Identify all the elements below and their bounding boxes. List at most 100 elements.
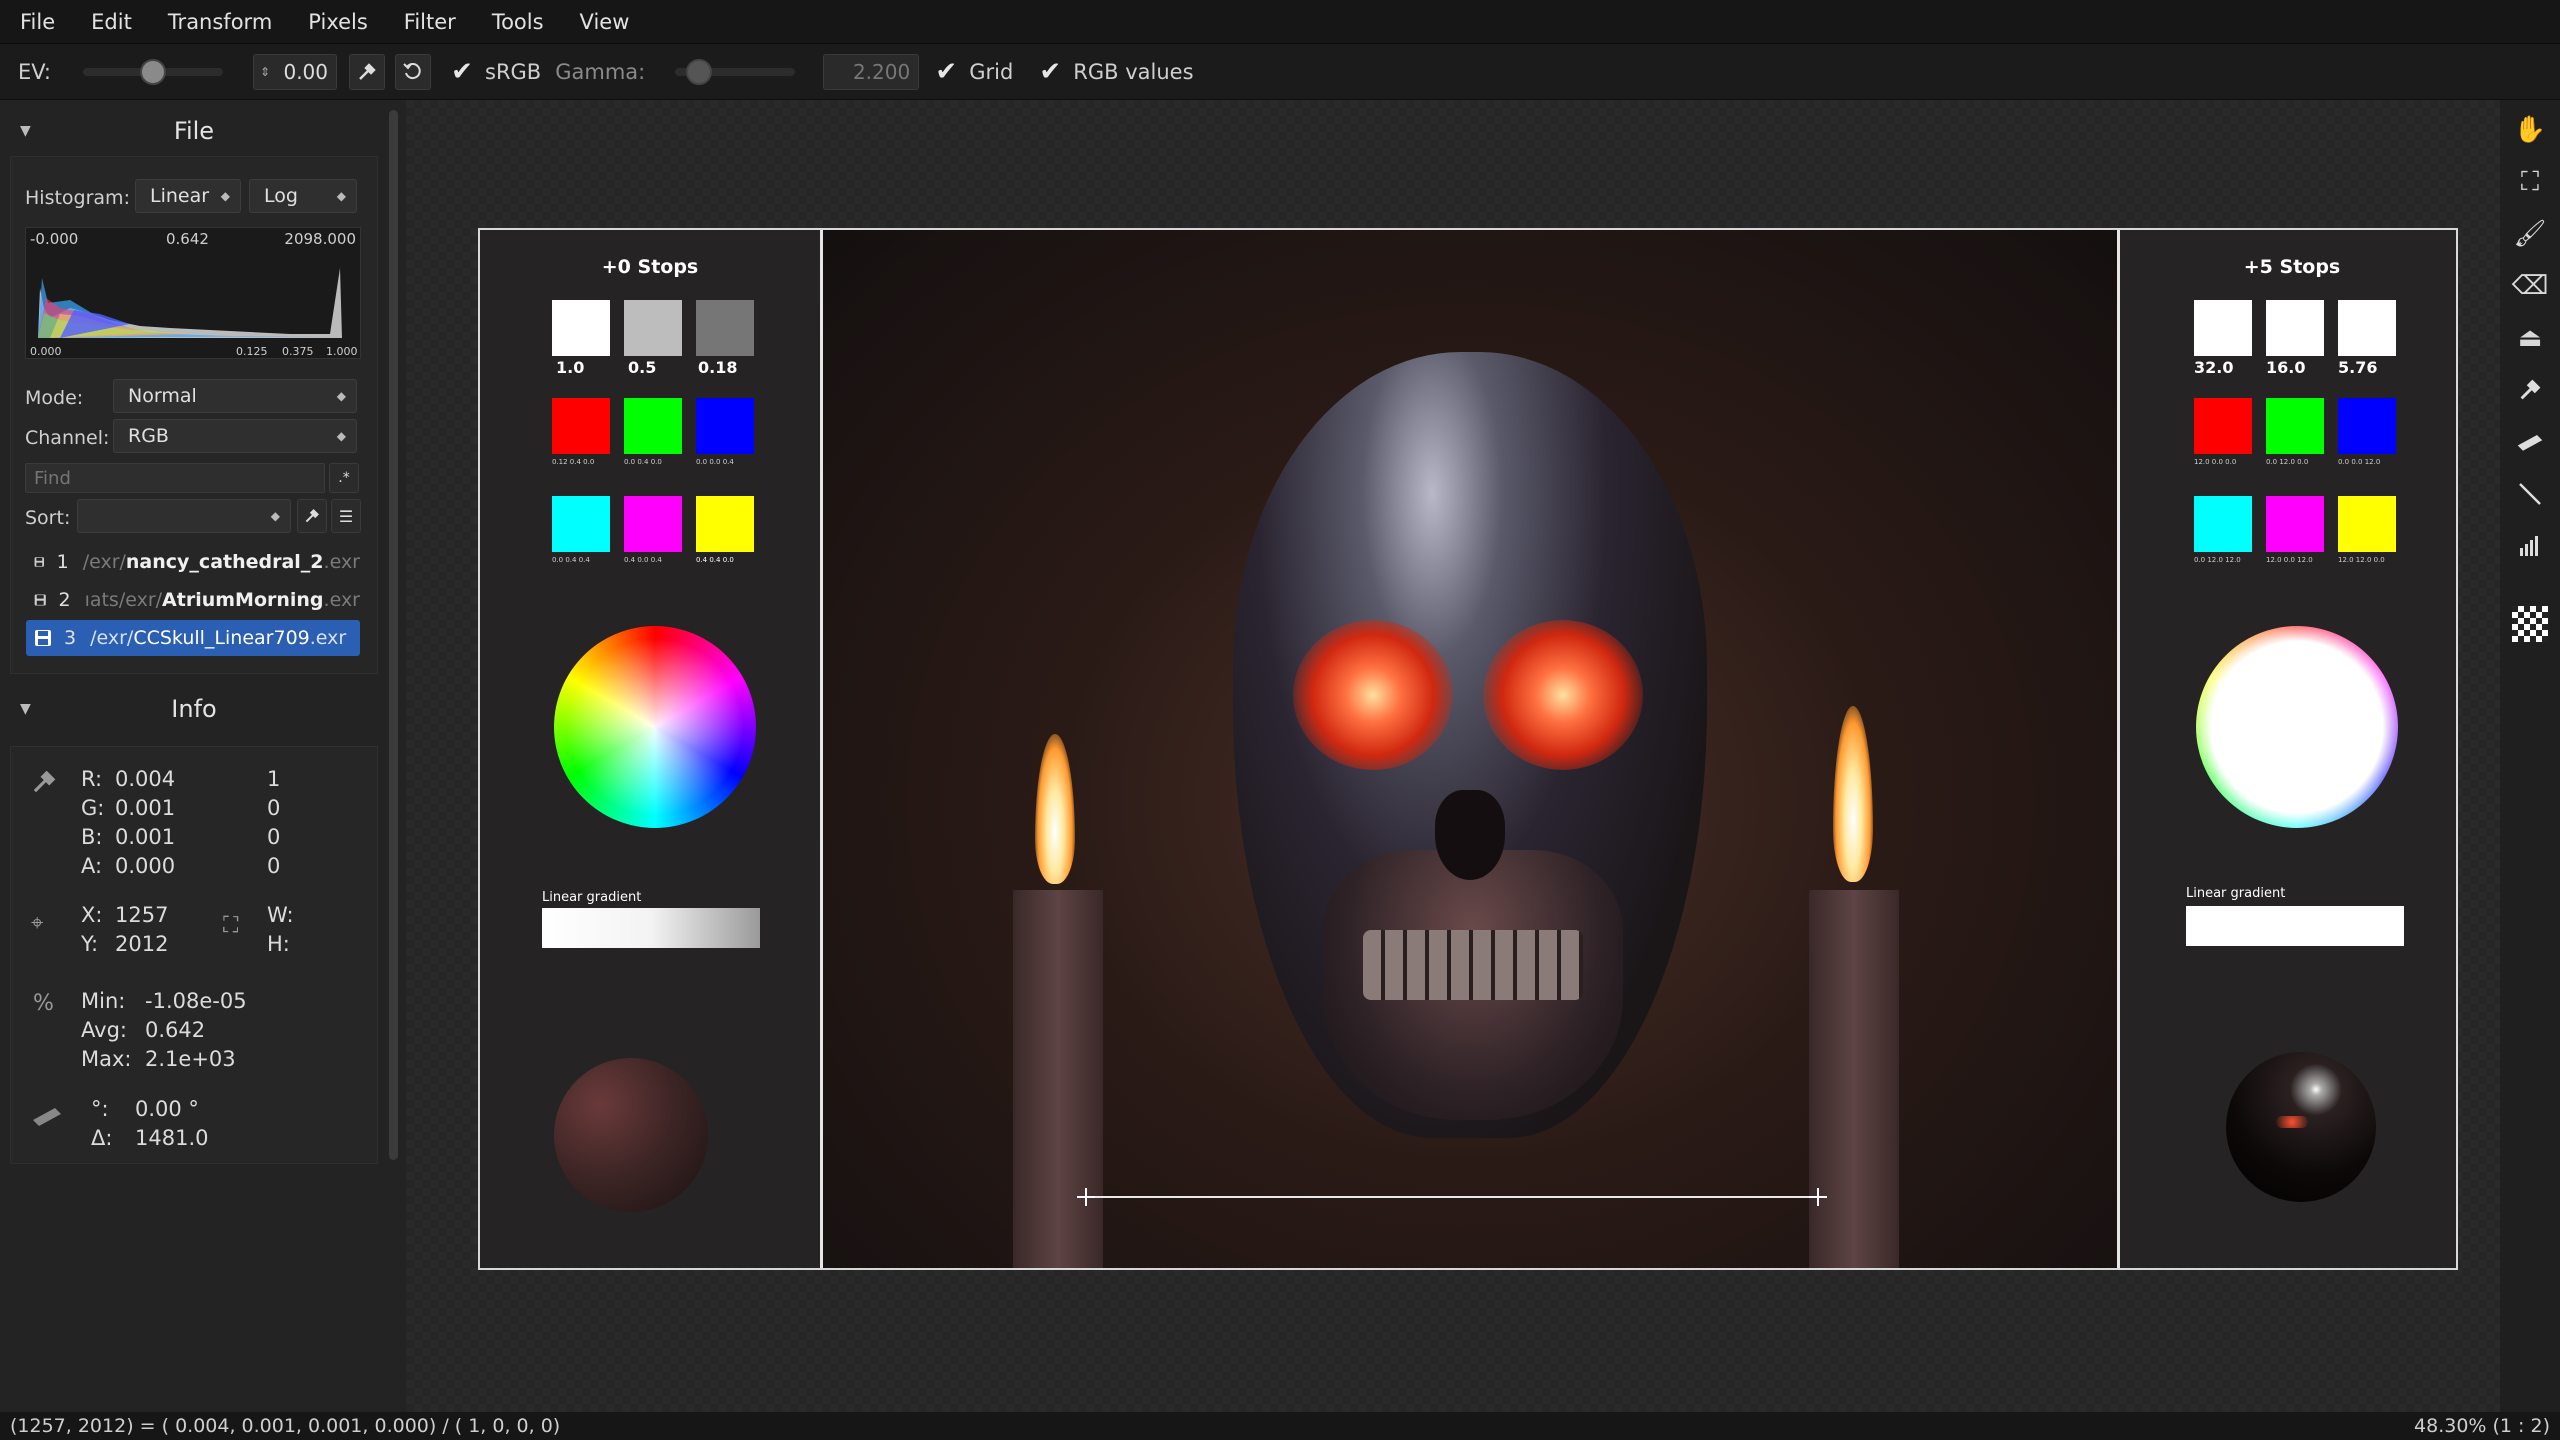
ev-slider-knob[interactable] (140, 58, 166, 85)
swatch-white (2338, 300, 2396, 356)
histogram-tool-button[interactable] (2510, 526, 2550, 566)
eraser-tool-button[interactable]: ⌫ (2510, 266, 2550, 306)
candle-right (1809, 890, 1899, 1268)
linear-gradient-right (2186, 906, 2404, 946)
swatch-sublabel: 0.0 12.0 0.0 (2266, 458, 2309, 466)
color-wheel-left (554, 626, 756, 828)
histogram-tick: 0.125 (236, 345, 268, 358)
updown-icon: ◆ (336, 189, 346, 203)
info-section-header[interactable]: ▼ Info (10, 684, 378, 734)
rgb-values-label: RGB values (1073, 59, 1194, 84)
histogram-label: Histogram: (25, 187, 130, 209)
zoom-level: 48.30% (1 : 2) (2414, 1415, 2550, 1437)
histogram-scale-linear[interactable]: Linear ◆ (135, 179, 241, 213)
file-index: 1 (56, 551, 69, 573)
checkmark-icon: ✔ (935, 56, 958, 87)
sort-dropdown[interactable]: ◆ (77, 499, 291, 533)
menu-view[interactable]: View (580, 10, 630, 34)
updown-icon: ◆ (336, 389, 346, 403)
max-label: Max: (81, 1047, 132, 1071)
channel-value: RGB (128, 425, 169, 447)
swatch-yellow (696, 496, 754, 552)
swatch-label: 0.5 (628, 358, 657, 377)
spin-arrows-icon[interactable]: ⇕ (260, 65, 270, 79)
y-label: Y: (81, 932, 99, 956)
x-value: 1257 (115, 903, 169, 927)
reset-ev-button[interactable] (395, 53, 431, 90)
checkerboard-toggle-button[interactable] (2510, 604, 2550, 644)
swatch-sublabel: 0.0 12.0 12.0 (2194, 556, 2241, 564)
left-chart-panel: +0 Stops 1.0 0.5 0.18 0.12 0.4 0.0 0.0 0… (480, 230, 820, 1268)
sort-pick-button[interactable] (297, 499, 327, 533)
file-path: /exr/ (90, 627, 134, 649)
linear-gradient-left (542, 908, 760, 948)
eyedropper-icon (359, 62, 376, 80)
sort-order-button[interactable]: ☰ (331, 499, 361, 533)
file-list-item[interactable]: 1/exr/nancy_cathedral_2 .exr (26, 544, 360, 580)
ruler-end-handle[interactable] (1809, 1188, 1827, 1206)
histogram-scale-log-label: Log (264, 185, 298, 207)
image-canvas[interactable]: +0 Stops 1.0 0.5 0.18 0.12 0.4 0.0 0.0 0… (406, 100, 2500, 1412)
channel-label: Channel: (25, 427, 110, 449)
file-name: nancy_cathedral_2 (125, 551, 324, 573)
channel-dropdown[interactable]: RGB ◆ (113, 419, 357, 453)
pan-tool-button[interactable]: ✋ (2510, 110, 2550, 150)
file-section-header[interactable]: ▼ File (10, 106, 378, 156)
ruler-tool-button[interactable] (2510, 422, 2550, 462)
eyedropper-button[interactable] (349, 53, 385, 90)
regex-toggle-button[interactable]: .* (329, 463, 359, 493)
ev-value-field[interactable]: ⇕ 0.00 (253, 53, 337, 90)
a-value: 0.000 (115, 854, 176, 878)
avg-label: Avg: (81, 1018, 127, 1042)
find-input[interactable] (25, 463, 325, 493)
file-name: CCSkull_Linear709 (133, 627, 310, 649)
swatch-red (2194, 398, 2252, 454)
brush-tool-button[interactable]: 🖌 (2510, 214, 2550, 254)
file-list-item[interactable]: 2 ıats/exr/AtriumMorning .exr (26, 582, 360, 618)
collapse-triangle-icon[interactable]: ▼ (20, 701, 31, 717)
percent-icon: % (33, 991, 54, 1016)
mode-dropdown[interactable]: Normal ◆ (113, 379, 357, 413)
eyedropper-tool-button[interactable] (2510, 370, 2550, 410)
avg-value: 0.642 (145, 1018, 206, 1042)
swatch-label: 5.76 (2338, 358, 2378, 377)
collapse-triangle-icon[interactable]: ▼ (20, 123, 31, 139)
ruler-line[interactable] (1085, 1196, 1817, 1198)
menu-edit[interactable]: Edit (91, 10, 132, 34)
histogram-scale-log[interactable]: Log ◆ (249, 179, 357, 213)
mode-value: Normal (128, 385, 197, 407)
fit-screen-button[interactable]: ⛶ (2510, 162, 2550, 202)
swatch-white (2194, 300, 2252, 356)
swatch-blue (2338, 398, 2396, 454)
swatch-sublabel: 12.0 0.0 0.0 (2194, 458, 2237, 466)
ev-slider[interactable] (83, 58, 223, 85)
rgb-values-checkbox[interactable]: ✔ RGB values (1037, 57, 1194, 87)
menu-filter[interactable]: Filter (404, 10, 456, 34)
panel-scrollbar[interactable] (389, 110, 398, 1160)
srgb-checkbox[interactable]: ✔ sRGB (449, 57, 541, 87)
menu-transform[interactable]: Transform (168, 10, 272, 34)
left-panel: ▼ File Histogram: Linear ◆ Log ◆ -0.000 0.… (0, 100, 406, 1412)
swatch-sublabel: 0.0 0.4 0.4 (552, 556, 590, 564)
grid-checkbox[interactable]: ✔ Grid (933, 56, 1013, 87)
gamma-slider[interactable] (675, 58, 796, 85)
max-value: 2.1e+03 (145, 1047, 236, 1071)
skull-eye-left (1293, 620, 1453, 770)
gamma-value-field[interactable]: 2.200 (823, 53, 920, 90)
menu-tools[interactable]: Tools (492, 10, 544, 34)
selection-box-icon: ⛶ (223, 913, 239, 938)
file-ext: .exr (323, 551, 360, 573)
file-list-item[interactable]: 3/exr/CCSkull_Linear709 .exr (26, 620, 360, 656)
line-tool-button[interactable] (2510, 474, 2550, 514)
image-view[interactable]: +0 Stops 1.0 0.5 0.18 0.12 0.4 0.0 0.0 0… (478, 228, 2458, 1270)
skull-nose (1435, 790, 1505, 880)
menu-pixels[interactable]: Pixels (308, 10, 368, 34)
histogram-plot (38, 268, 342, 338)
eyedropper-icon (33, 770, 56, 793)
menu-file[interactable]: File (20, 10, 55, 34)
stamp-tool-button[interactable]: ⏏ (2510, 318, 2550, 358)
gamma-slider-knob[interactable] (686, 58, 713, 85)
file-path: ıats/exr/ (84, 589, 163, 611)
w-label: W: (267, 903, 294, 927)
ruler-start-handle[interactable] (1077, 1188, 1095, 1206)
